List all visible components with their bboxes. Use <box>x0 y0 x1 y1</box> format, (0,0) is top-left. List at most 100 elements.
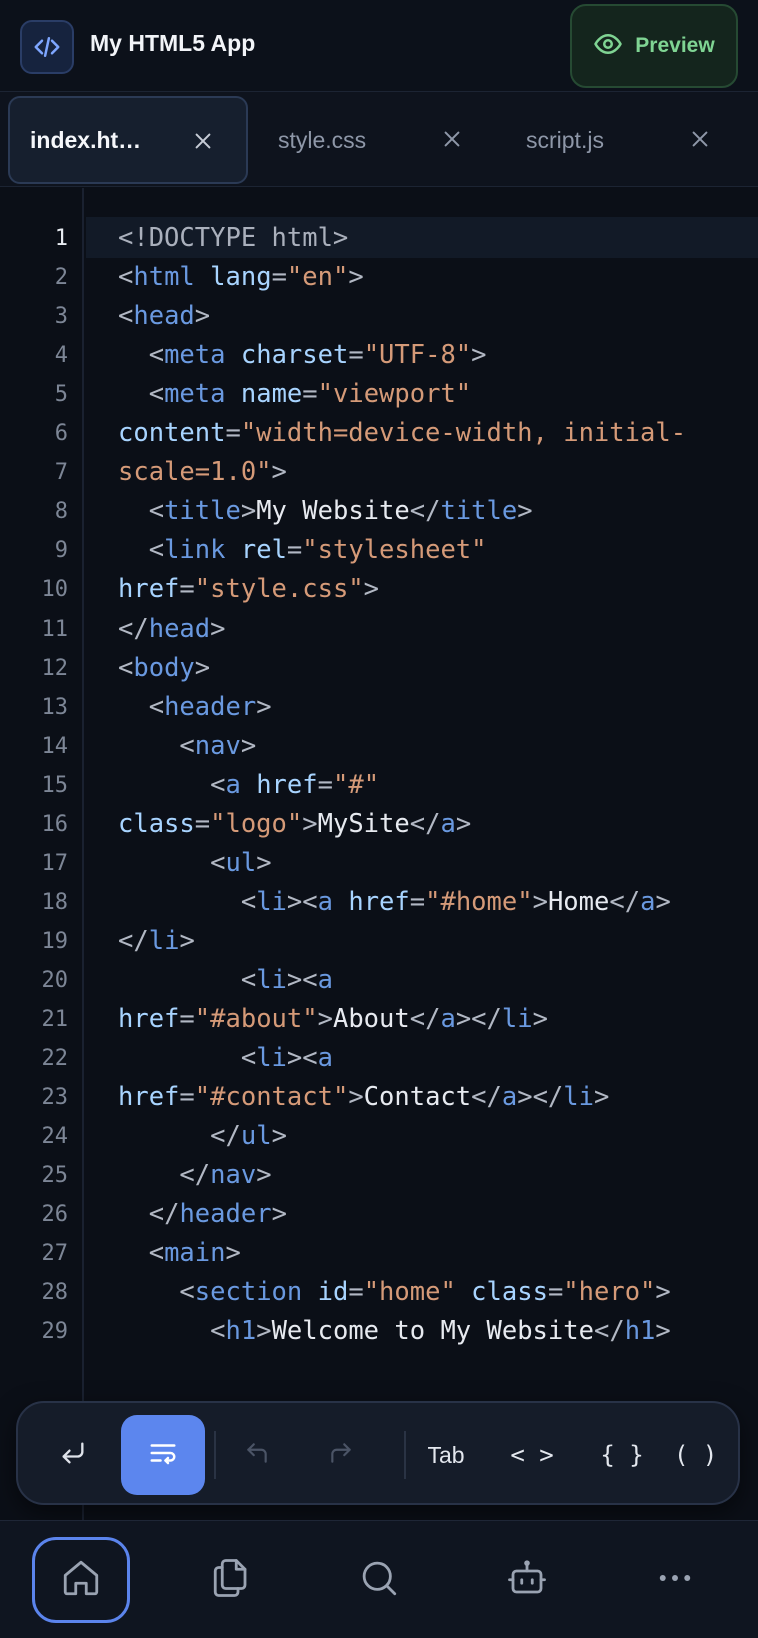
code-line[interactable]: scale=1.0"> <box>118 457 287 487</box>
code-line[interactable]: <li><a <box>118 1043 333 1073</box>
code-line[interactable]: href="style.css"> <box>118 574 379 604</box>
nav-home-button[interactable] <box>32 1537 130 1623</box>
redo-button[interactable] <box>308 1415 374 1495</box>
code-token: href <box>348 887 410 917</box>
code-line[interactable]: <link rel="stylesheet" <box>118 535 487 565</box>
code-token: < <box>240 1043 257 1073</box>
curly-braces-button[interactable]: { } <box>582 1415 662 1495</box>
code-token: > <box>225 1238 241 1268</box>
nav-files-button[interactable] <box>182 1537 280 1623</box>
code-line[interactable]: <section id="home" class="hero"> <box>118 1277 671 1307</box>
code-token: </ <box>409 1004 441 1034</box>
code-line[interactable]: href="#about">About</a></li> <box>118 1004 548 1034</box>
code-line[interactable]: </head> <box>118 614 226 644</box>
code-line[interactable]: <li><a <box>118 965 333 995</box>
code-token: > <box>256 1316 272 1346</box>
line-number: 4 <box>54 343 68 368</box>
code-token: rel <box>240 535 287 565</box>
code-line[interactable]: <ul> <box>118 848 271 878</box>
code-line[interactable]: href="#contact">Contact</a></li> <box>118 1082 609 1112</box>
code-line[interactable]: <meta name="viewport" <box>118 379 471 409</box>
code-token: < <box>179 731 195 761</box>
code-line[interactable]: </ul> <box>118 1121 287 1151</box>
line-number: 29 <box>41 1319 69 1344</box>
line-number: 5 <box>54 382 68 407</box>
tab-index-html[interactable]: index.ht… <box>8 96 248 184</box>
code-editor[interactable]: 1 2 3 4 5 6 7 8 9 10 11 12 13 14 15 16 17 18 19 20 21 22 23 24 2… <box>0 188 758 1520</box>
tab-key-button[interactable]: Tab <box>410 1415 482 1495</box>
angle-brackets-button[interactable]: < > <box>492 1415 572 1495</box>
tab-style-css[interactable]: style.css <box>252 96 492 184</box>
enter-key-button[interactable] <box>40 1415 106 1495</box>
tab-label: script.js <box>526 126 604 153</box>
code-line[interactable]: content="width=device-width, initial- <box>118 418 686 448</box>
nav-assistant-button[interactable] <box>478 1537 576 1623</box>
code-token: > <box>655 1316 671 1346</box>
code-token: header <box>179 1199 272 1229</box>
code-token: ul <box>240 1121 272 1151</box>
code-token: ul <box>225 848 257 878</box>
code-token: > <box>194 653 211 683</box>
code-token: </ <box>471 1082 502 1112</box>
code-line[interactable]: class="logo">MySite</a> <box>118 809 471 839</box>
code-token: a <box>440 809 456 839</box>
code-token: head <box>133 301 195 331</box>
parentheses-button[interactable]: ( ) <box>670 1415 736 1495</box>
code-token: a <box>317 965 333 995</box>
code-token: < <box>118 262 134 292</box>
code-token: > <box>194 301 211 331</box>
code-token: > <box>471 340 487 370</box>
code-token: = <box>225 418 241 448</box>
code-line[interactable]: <head> <box>118 301 210 331</box>
code-token: < <box>240 887 257 917</box>
nav-more-button[interactable] <box>626 1537 724 1623</box>
editor-key-toolbar: Tab < > { } ( ) <box>16 1401 740 1505</box>
code-token: < <box>240 965 257 995</box>
line-number: 11 <box>41 617 69 642</box>
code-line[interactable]: </nav> <box>118 1160 272 1190</box>
close-icon[interactable] <box>687 126 713 152</box>
code-token: li <box>563 1082 594 1112</box>
code-token: > <box>256 1160 272 1190</box>
code-line[interactable]: <nav> <box>118 731 256 761</box>
code-line[interactable]: <main> <box>118 1238 241 1268</box>
code-token: meta <box>164 340 226 370</box>
code-token: "viewport" <box>317 379 472 409</box>
preview-button[interactable]: Preview <box>570 4 738 88</box>
line-number: 22 <box>41 1046 69 1071</box>
code-line[interactable]: <header> <box>118 692 272 722</box>
code-line[interactable]: <li><a href="#home">Home</a> <box>118 887 671 917</box>
code-token: > <box>348 262 364 292</box>
code-line[interactable]: <meta charset="UTF-8"> <box>118 340 487 370</box>
code-token: "home" <box>363 1277 456 1307</box>
line-number: 26 <box>41 1202 69 1227</box>
word-wrap-button[interactable] <box>121 1415 205 1495</box>
code-line[interactable]: <title>My Website</title> <box>118 496 533 526</box>
nav-search-button[interactable] <box>330 1537 428 1623</box>
code-token: Welcome to My Website <box>271 1316 594 1346</box>
code-line[interactable]: <html lang="en"> <box>118 262 364 292</box>
close-icon[interactable] <box>190 128 216 154</box>
code-token: > <box>455 809 472 839</box>
code-line[interactable]: </li> <box>118 926 195 956</box>
code-line[interactable]: <a href="#" <box>118 770 379 800</box>
code-token: head <box>148 614 211 644</box>
code-line[interactable]: <h1>Welcome to My Website</h1> <box>118 1316 671 1346</box>
undo-button[interactable] <box>224 1415 290 1495</box>
eye-icon <box>593 29 623 64</box>
code-token: > <box>655 1277 671 1307</box>
close-icon[interactable] <box>439 126 465 152</box>
code-line[interactable]: </header> <box>118 1199 287 1229</box>
code-line[interactable]: <!DOCTYPE html> <box>118 223 348 253</box>
line-number: 13 <box>41 695 69 720</box>
line-number: 20 <box>41 968 69 993</box>
code-token: "#contact" <box>194 1082 349 1112</box>
code-line[interactable]: <body> <box>118 653 210 683</box>
tab-script-js[interactable]: script.js <box>500 96 750 184</box>
